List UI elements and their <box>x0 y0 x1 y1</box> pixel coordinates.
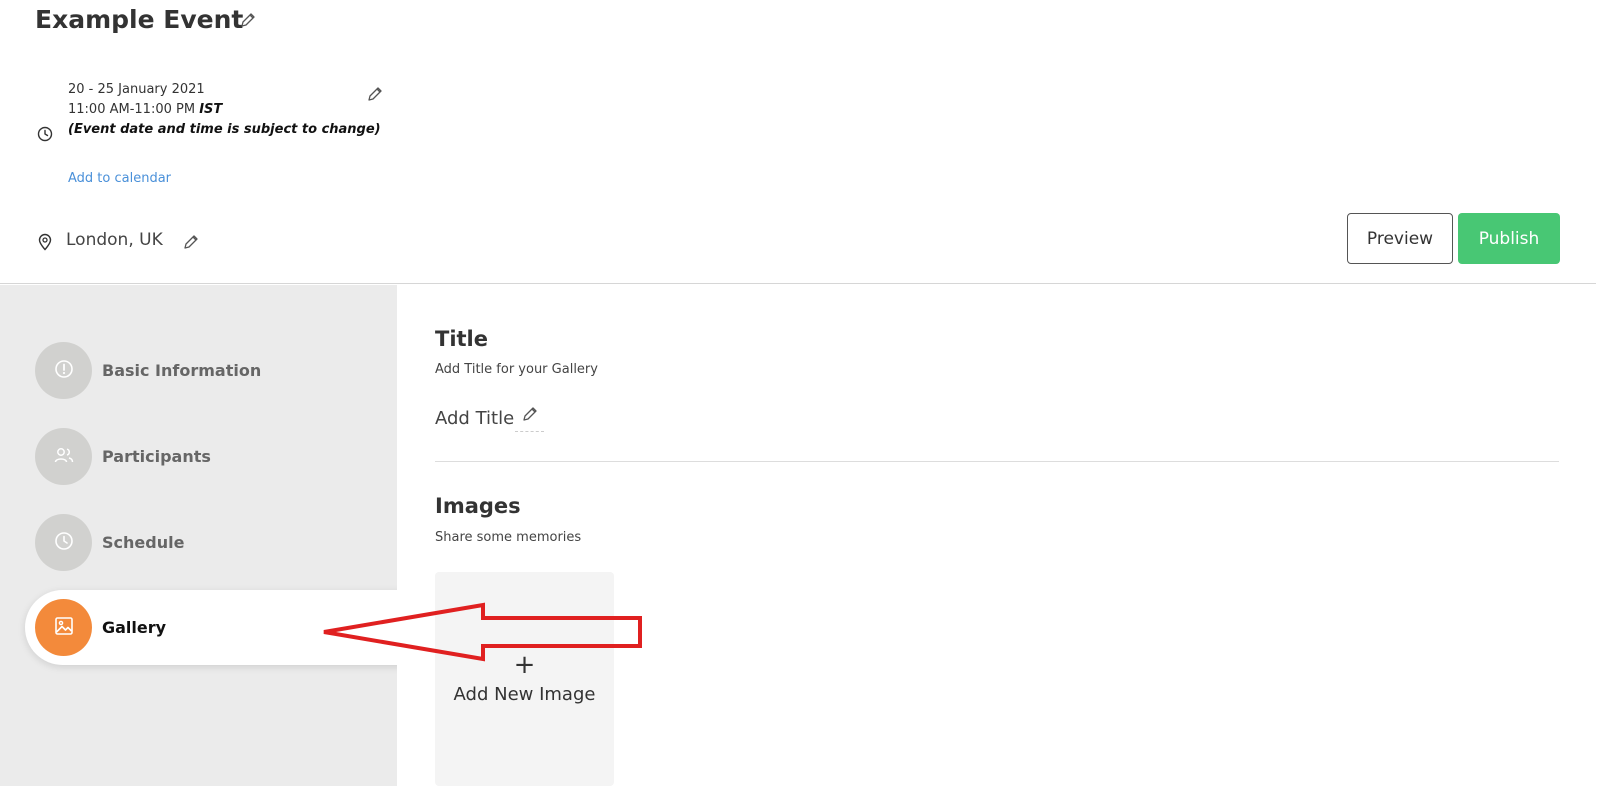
annotation-arrow-icon <box>323 602 642 662</box>
event-timezone: IST <box>199 102 223 117</box>
edit-gallery-title-icon[interactable] <box>515 405 544 432</box>
gallery-title-subtitle: Add Title for your Gallery <box>435 362 598 377</box>
preview-button[interactable]: Preview <box>1347 213 1453 264</box>
event-date-note: (Event date and time is subject to chang… <box>68 122 381 137</box>
step-circle <box>35 342 92 399</box>
publish-button[interactable]: Publish <box>1458 213 1560 264</box>
event-header: Example Event 20 - 25 January 2021 11:00… <box>0 0 1596 284</box>
step-gallery[interactable]: Gallery <box>35 599 166 656</box>
gallery-images-subtitle: Share some memories <box>435 530 582 545</box>
add-to-calendar-link[interactable]: Add to calendar <box>68 171 171 186</box>
users-icon <box>53 445 75 469</box>
step-schedule[interactable]: Schedule <box>35 514 184 571</box>
add-new-image-label: Add New Image <box>453 684 596 705</box>
edit-title-icon[interactable] <box>239 11 257 33</box>
event-time: 11:00 AM-11:00 PM <box>68 102 196 117</box>
gallery-title-heading: Title <box>435 327 489 351</box>
event-date: 20 - 25 January 2021 <box>68 82 205 97</box>
event-time-row: 11:00 AM-11:00 PM IST <box>68 102 222 117</box>
add-title-field[interactable]: Add Title <box>435 408 514 429</box>
edit-date-icon[interactable] <box>366 85 384 107</box>
step-circle <box>35 599 92 656</box>
step-circle <box>35 514 92 571</box>
location-pin-icon <box>37 233 53 255</box>
event-title: Example Event <box>35 5 244 34</box>
event-location: London, UK <box>66 230 163 250</box>
step-label: Participants <box>102 447 211 466</box>
step-label: Schedule <box>102 533 185 552</box>
edit-location-icon[interactable] <box>182 233 200 255</box>
step-label: Basic Information <box>102 361 262 380</box>
clock-icon <box>54 531 74 555</box>
step-label: Gallery <box>102 618 167 637</box>
clock-icon <box>37 126 53 146</box>
section-divider <box>435 461 1559 462</box>
gallery-images-heading: Images <box>435 494 521 518</box>
image-icon <box>53 615 75 641</box>
info-icon <box>54 359 74 383</box>
step-circle <box>35 428 92 485</box>
step-participants[interactable]: Participants <box>35 428 211 485</box>
step-basic-information[interactable]: Basic Information <box>35 342 261 399</box>
